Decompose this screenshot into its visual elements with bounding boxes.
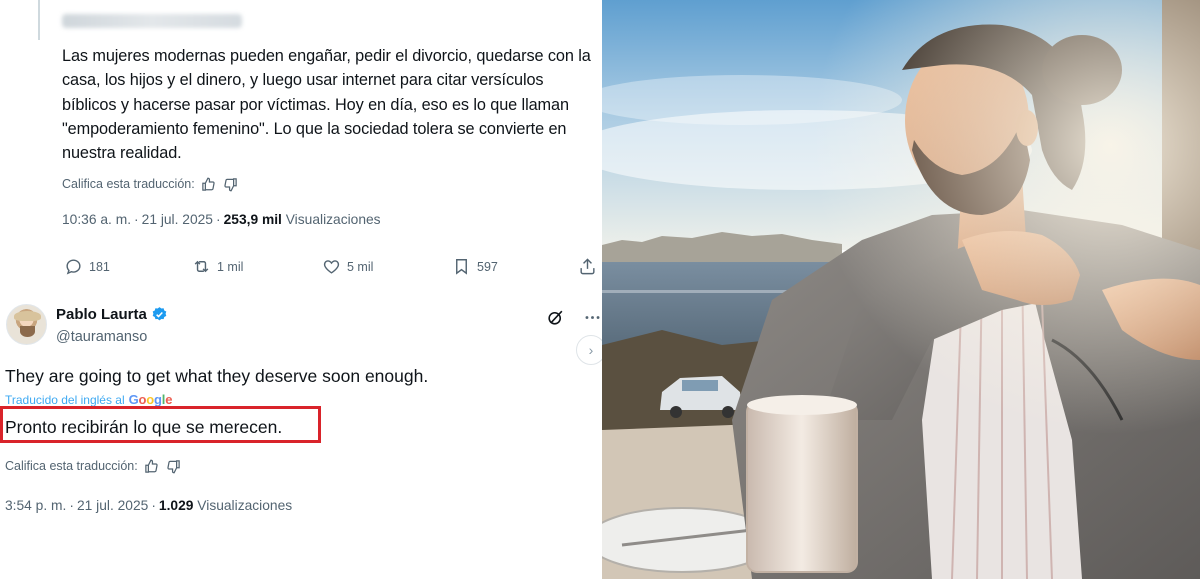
reply-author-name[interactable]: Pablo Laurta xyxy=(56,306,147,323)
rate-translation-row: Califica esta traducción: xyxy=(62,176,239,192)
reply-date[interactable]: 21 jul. 2025 xyxy=(77,498,148,513)
tweet-text: Las mujeres modernas pueden engañar, ped… xyxy=(62,47,591,163)
verified-badge-icon xyxy=(152,307,167,321)
reply-views-count: 1.029 xyxy=(158,498,194,513)
more-icon[interactable] xyxy=(583,308,602,327)
share-icon xyxy=(580,258,595,275)
reply-views-label: Visualizaciones xyxy=(197,498,293,513)
google-logo: Google xyxy=(128,392,173,407)
rate-translation-label: Califica esta traducción: xyxy=(62,177,195,191)
thumbs-down-icon[interactable] xyxy=(223,176,239,192)
reply-button[interactable]: 181 xyxy=(64,257,110,276)
thumbs-up-icon[interactable] xyxy=(201,176,217,192)
retweet-icon xyxy=(194,260,209,273)
reply-icon xyxy=(66,259,81,275)
translated-by-label: Traducido del inglés al xyxy=(5,393,125,407)
blurred-author-name xyxy=(62,14,242,28)
bookmark-icon xyxy=(456,259,467,275)
share-button[interactable] xyxy=(578,257,597,276)
tweet-screenshot-panel: Las mujeres modernas pueden engañar, ped… xyxy=(0,0,602,579)
like-icon xyxy=(323,260,340,274)
translated-by-row[interactable]: Traducido del inglés al Google xyxy=(5,392,172,407)
man-seaside-photo xyxy=(602,0,1200,579)
photo-panel xyxy=(602,0,1200,579)
tweet-time[interactable]: 10:36 a. m. xyxy=(62,212,131,227)
tweet-meta: 10:36 a. m. · 21 jul. 2025 · 253,9 mil Visua… xyxy=(62,212,381,227)
bookmark-button[interactable]: 597 xyxy=(452,257,498,276)
thread-line xyxy=(38,0,40,40)
tweet-date[interactable]: 21 jul. 2025 xyxy=(142,212,213,227)
thumbs-up-icon[interactable] xyxy=(144,458,160,474)
grok-icon[interactable] xyxy=(546,308,565,327)
reply-rate-translation-row: Califica esta traducción: xyxy=(5,458,182,474)
reply-meta: 3:54 p. m. · 21 jul. 2025 · 1.029 Visualizac… xyxy=(5,498,293,513)
avatar[interactable] xyxy=(6,304,47,345)
reply-time[interactable]: 3:54 p. m. xyxy=(5,498,66,513)
bookmark-count: 597 xyxy=(477,259,498,274)
like-button[interactable]: 5 mil xyxy=(322,257,373,276)
retweet-button[interactable]: 1 mil xyxy=(192,257,243,276)
retweet-count: 1 mil xyxy=(217,259,244,274)
chevron-right-icon[interactable]: › xyxy=(576,335,602,365)
reply-tools xyxy=(546,308,602,327)
tweet-views-count: 253,9 mil xyxy=(223,212,282,227)
reply-rate-translation-label: Califica esta traducción: xyxy=(5,459,138,473)
reply-count: 181 xyxy=(89,259,110,274)
thumbs-down-icon[interactable] xyxy=(166,458,182,474)
like-count: 5 mil xyxy=(347,259,374,274)
tweet-actions-bar: 181 1 mil 5 mil 597 xyxy=(64,257,600,281)
reply-author-handle[interactable]: @tauramanso xyxy=(56,329,147,345)
reply-author[interactable]: Pablo Laurta xyxy=(56,306,168,323)
reply-text-english: They are going to get what they deserve … xyxy=(5,366,429,386)
tweet-views-label: Visualizaciones xyxy=(285,212,381,227)
reply-text-spanish: Pronto recibirán lo que se merecen. xyxy=(5,417,283,437)
